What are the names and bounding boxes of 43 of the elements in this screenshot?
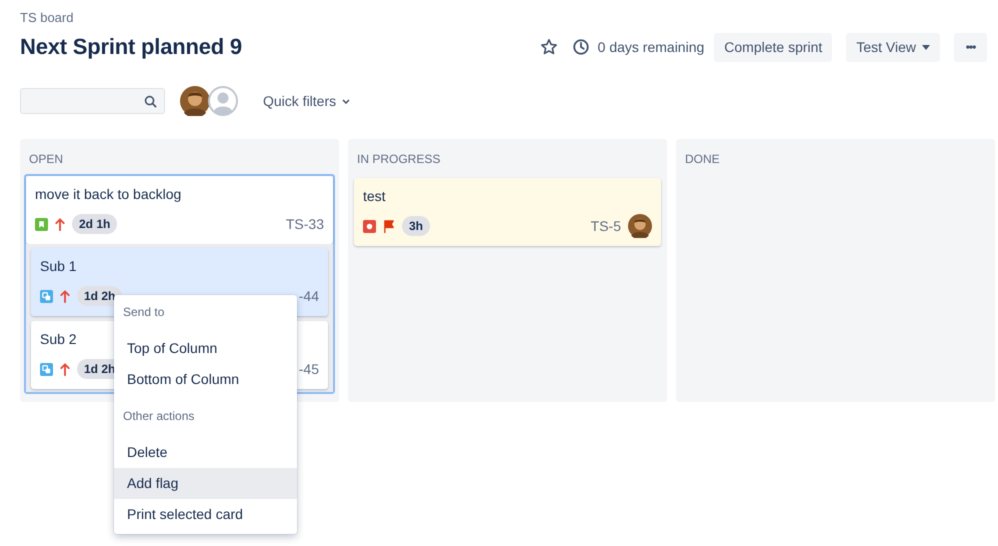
issue-card[interactable]: test 3h TS-5 (354, 178, 661, 246)
view-dropdown[interactable]: Test View (846, 32, 940, 62)
issue-key[interactable]: -44 (298, 288, 319, 304)
complete-sprint-button[interactable]: Complete sprint (714, 32, 832, 62)
star-icon[interactable] (540, 38, 558, 56)
chevron-icon (342, 98, 350, 104)
issue-key[interactable]: -45 (298, 361, 319, 377)
assignee-avatar (628, 214, 652, 238)
menu-item[interactable]: Add flag (114, 468, 297, 499)
bug-icon (363, 220, 376, 232)
issue-key[interactable]: TS-5 (590, 218, 621, 234)
story-icon (35, 218, 48, 230)
issue-key[interactable]: TS-33 (286, 216, 324, 232)
search-field[interactable] (20, 88, 165, 114)
days-remaining: 0 days remaining (598, 39, 704, 55)
flag-icon (383, 220, 395, 232)
priority-arrow-icon (60, 362, 70, 376)
estimate-badge: 3h (402, 216, 430, 236)
column-title: DONE (684, 151, 721, 168)
menu-item[interactable]: Delete (114, 437, 297, 468)
avatar[interactable] (180, 86, 210, 116)
column-title: IN PROGRESS (356, 151, 442, 168)
issue-card[interactable]: move it back to backlog 2d 1h TS-33 (26, 176, 333, 244)
issue-summary: move it back to backlog (35, 186, 182, 202)
estimate-badge: 2d 1h (72, 214, 118, 234)
issue-summary: Sub 1 (40, 258, 78, 274)
priority-arrow-icon (55, 218, 65, 230)
menu-section-heading: Other actions (122, 408, 196, 425)
breadcrumb[interactable]: TS board (20, 10, 995, 28)
menu-item[interactable]: Print selected card (114, 499, 297, 530)
estimate-badge: 1d 2h (77, 286, 122, 306)
quick-filters-dropdown[interactable]: Quick filters (263, 93, 350, 109)
search-icon (144, 94, 157, 108)
issue-summary: test (363, 188, 387, 204)
clock-icon (572, 38, 590, 56)
priority-arrow-icon (60, 290, 70, 302)
sprint-title: Next Sprint planned 9 (20, 34, 242, 60)
column-title: OPEN (28, 151, 64, 168)
issue-summary: Sub 2 (40, 331, 78, 347)
more-button[interactable]: ••• (954, 32, 987, 62)
subtask-icon (40, 290, 53, 302)
caret-icon (922, 44, 930, 50)
subtask-icon (40, 362, 53, 376)
